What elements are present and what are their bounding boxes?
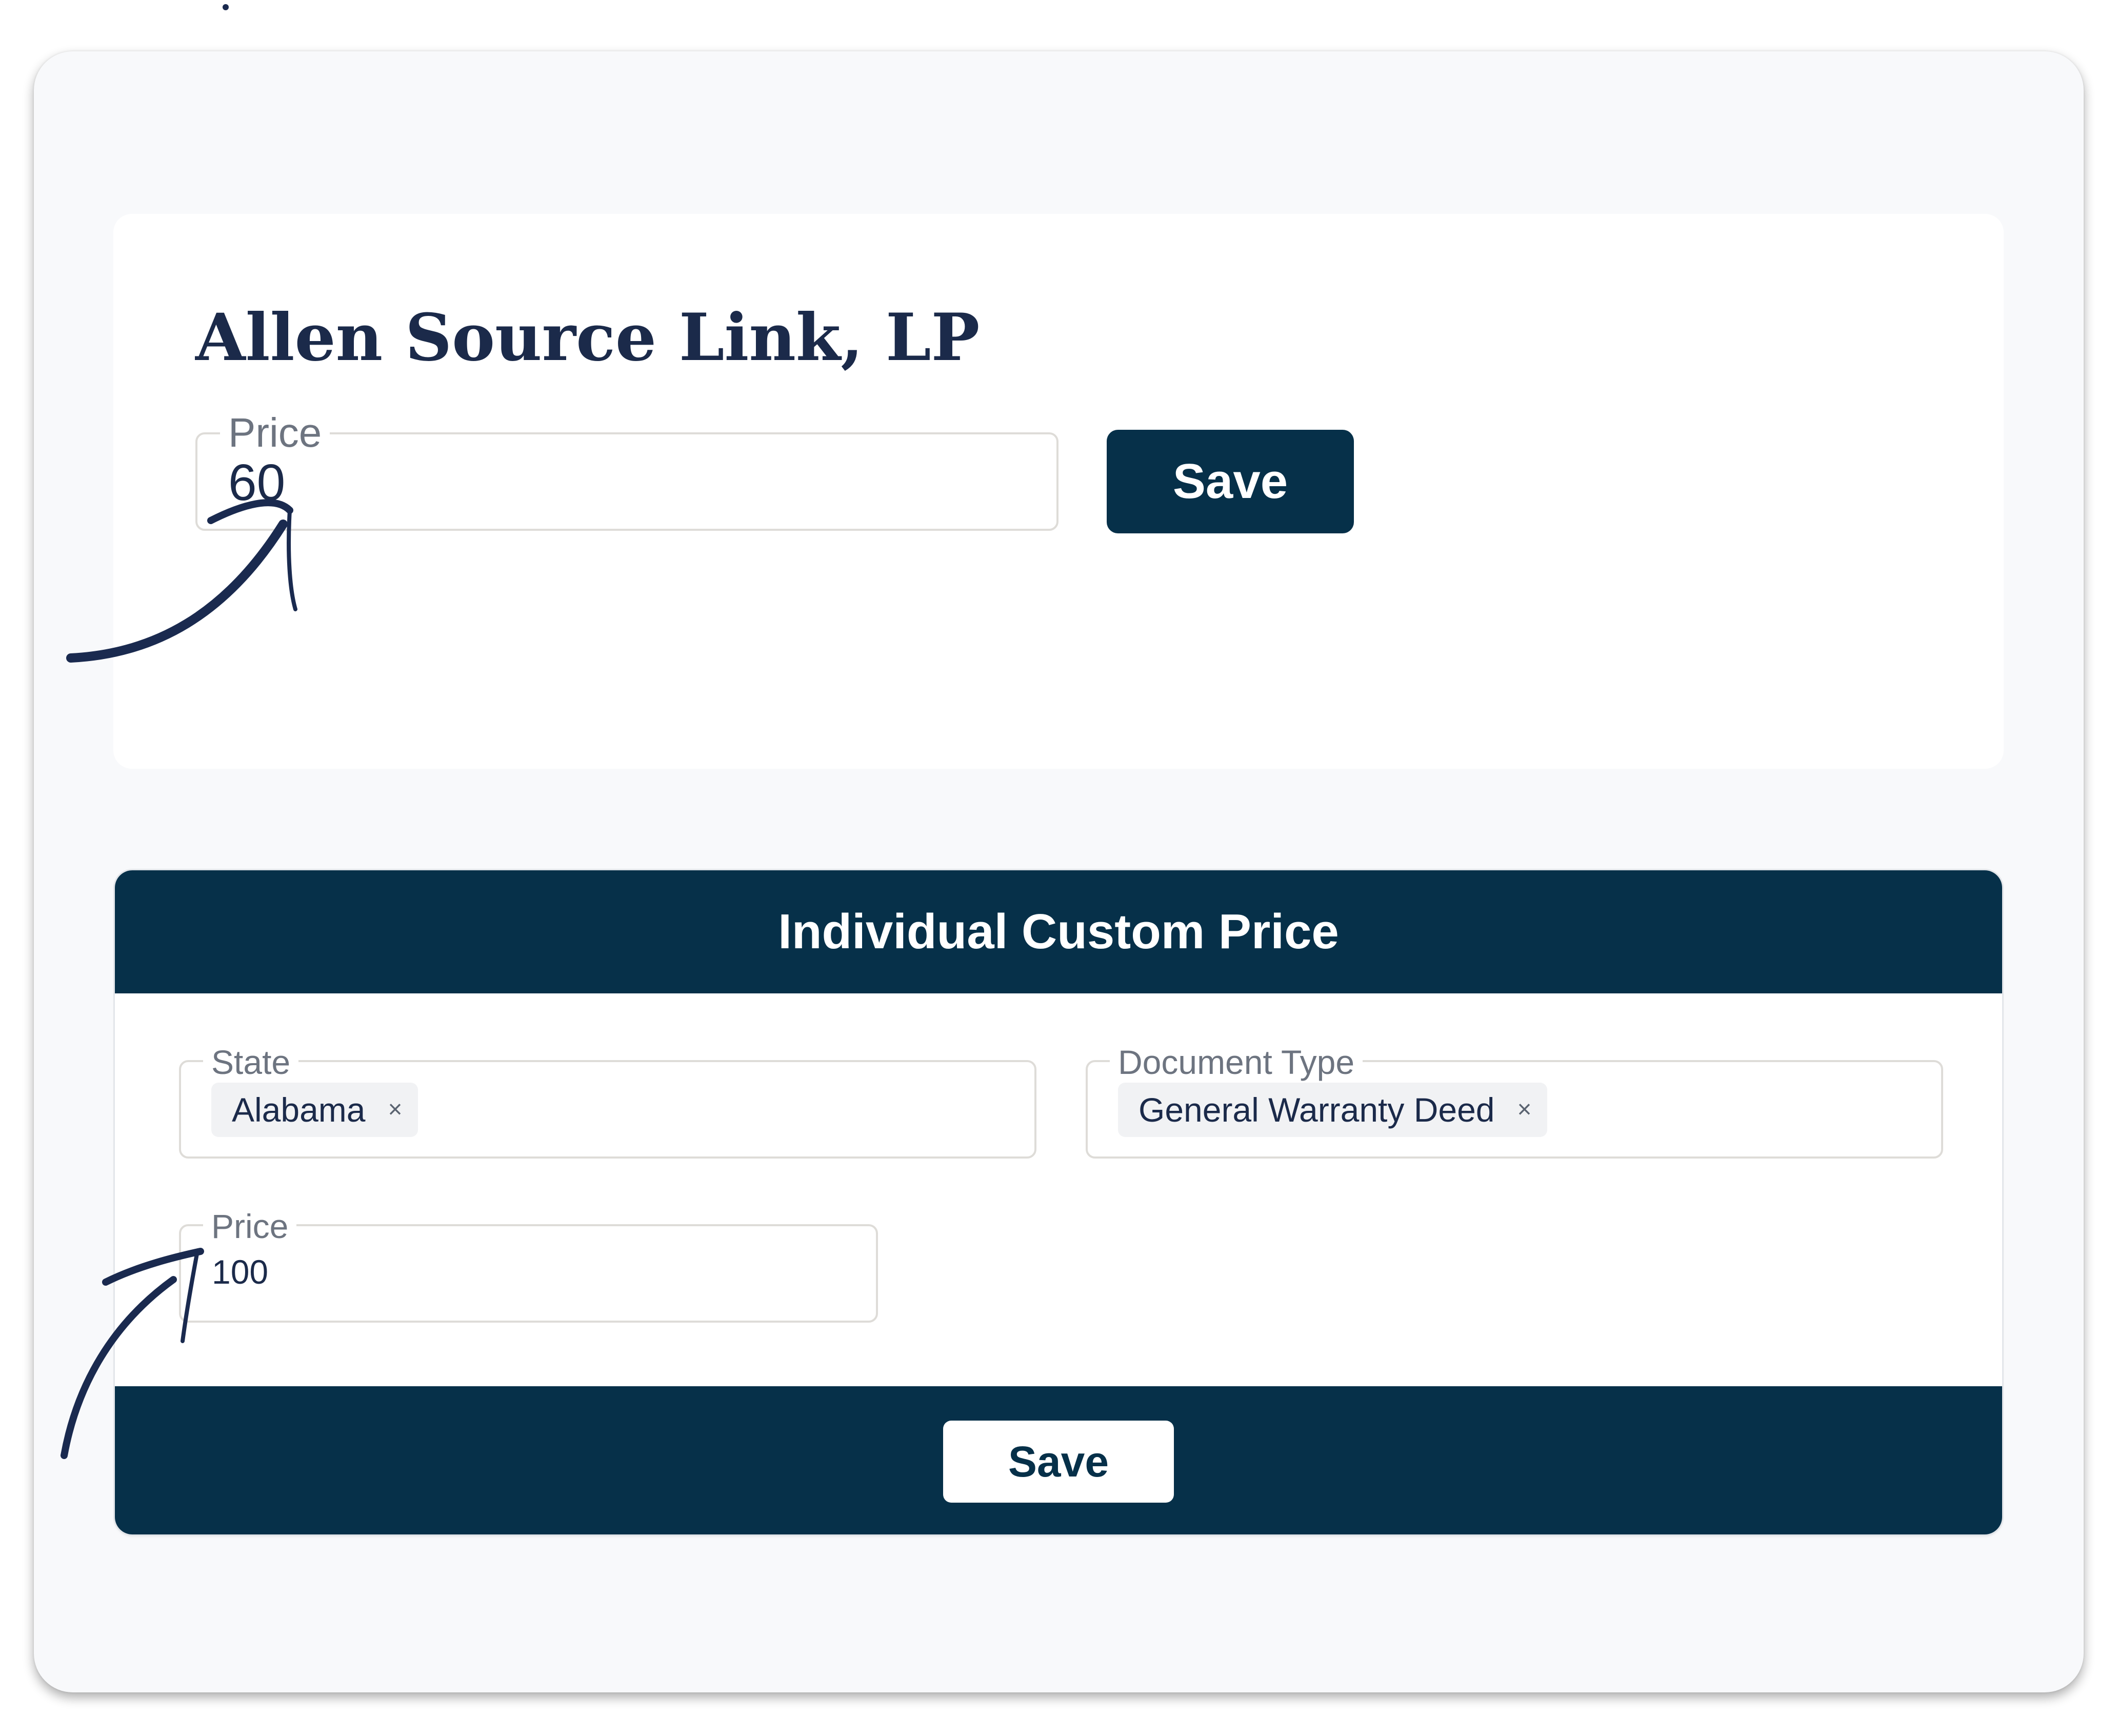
custom-price-input[interactable]: 100: [212, 1251, 268, 1293]
state-label: State: [203, 1042, 299, 1083]
close-icon[interactable]: ×: [1517, 1098, 1532, 1122]
document-type-chip: General Warranty Deed ×: [1118, 1083, 1547, 1137]
state-chip-label: Alabama: [232, 1091, 366, 1129]
company-name: Allen Source Link, LP: [195, 300, 980, 375]
company-price-input[interactable]: 60: [228, 453, 285, 512]
company-price-label: Price: [220, 409, 330, 457]
document-type-chip-label: General Warranty Deed: [1139, 1091, 1495, 1129]
annotation-dot: [223, 4, 229, 10]
close-icon[interactable]: ×: [388, 1098, 403, 1122]
state-chip: Alabama ×: [211, 1083, 418, 1137]
custom-price-header: Individual Custom Price: [115, 870, 2002, 993]
page-canvas: Allen Source Link, LP Price 60 Save Indi…: [0, 0, 2117, 1736]
custom-price-save-button[interactable]: Save: [943, 1421, 1174, 1503]
company-save-button[interactable]: Save: [1107, 430, 1354, 533]
document-type-label: Document Type: [1110, 1042, 1363, 1083]
custom-price-label: Price: [203, 1206, 297, 1247]
custom-price-title: Individual Custom Price: [778, 904, 1339, 959]
